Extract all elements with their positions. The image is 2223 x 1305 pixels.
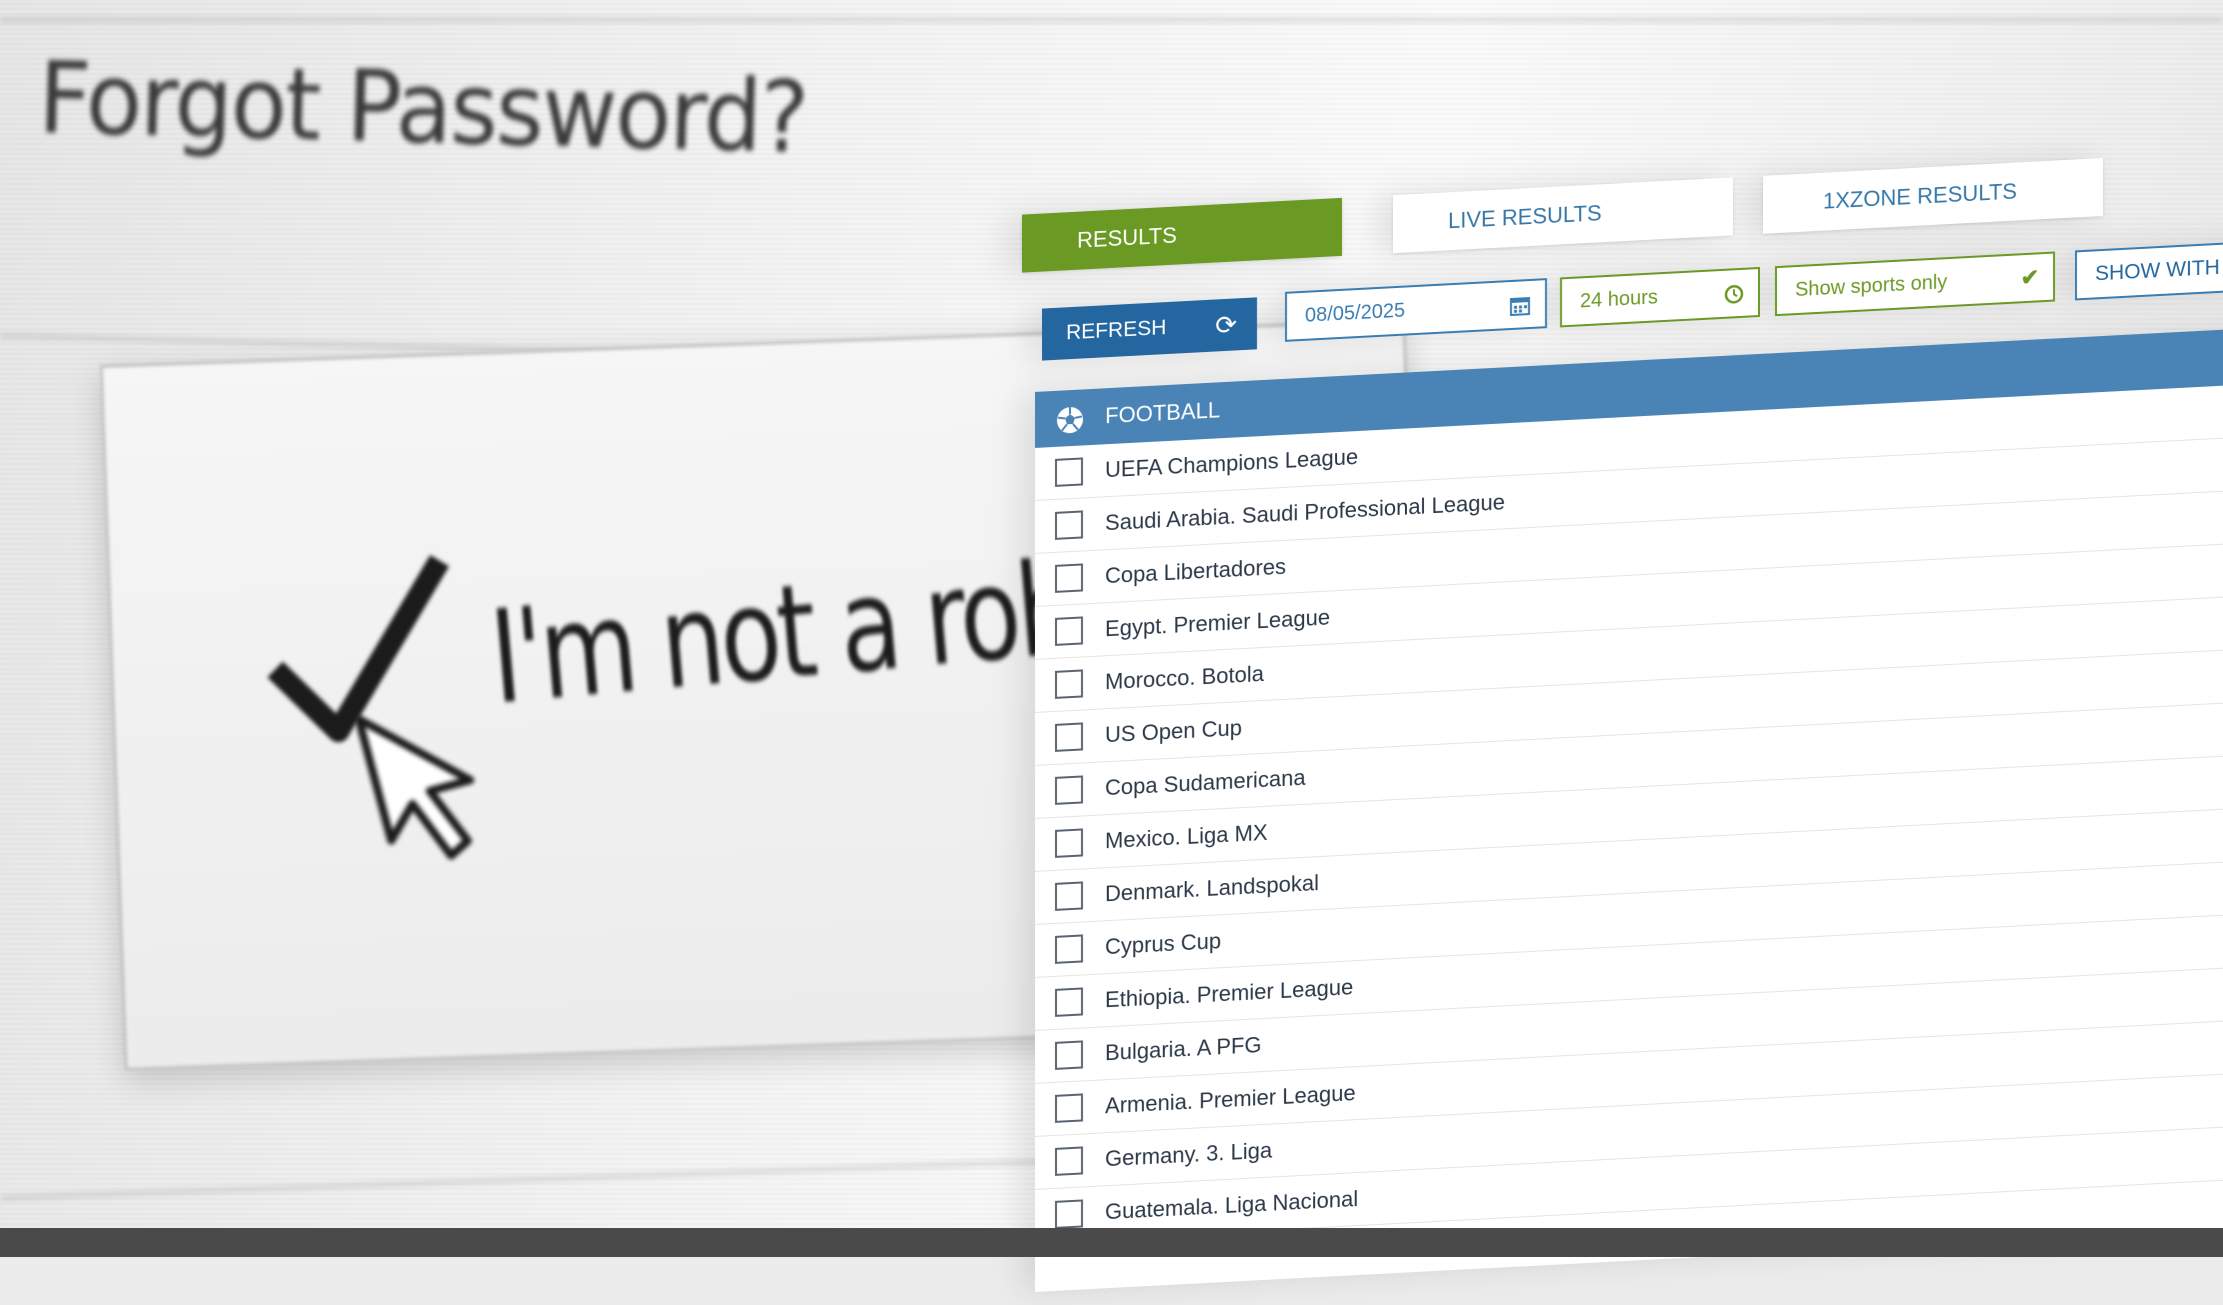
league-name: Guatemala. Liga Nacional — [1105, 1186, 1359, 1225]
tab-results[interactable]: RESULTS — [1022, 197, 1342, 273]
league-name: Ethiopia. Premier League — [1105, 974, 1354, 1013]
league-name: Bulgaria. A PFG — [1105, 1032, 1262, 1066]
hours-value: 24 hours — [1580, 286, 1658, 313]
league-checkbox[interactable] — [1055, 1093, 1083, 1123]
hours-select[interactable]: 24 hours — [1560, 266, 1760, 328]
league-checkbox[interactable] — [1055, 457, 1083, 487]
date-picker[interactable]: 08/05/2025 — [1285, 278, 1547, 342]
sports-only-label: Show sports only — [1795, 271, 1948, 302]
league-name: Morocco. Botola — [1105, 660, 1264, 695]
forgot-password-heading: Forgot Password? — [36, 40, 809, 176]
league-checkbox[interactable] — [1055, 934, 1083, 964]
league-checkbox[interactable] — [1055, 987, 1083, 1017]
league-name: Armenia. Premier League — [1105, 1080, 1356, 1119]
tab-1xzone-results[interactable]: 1XZONE RESULTS — [1763, 157, 2103, 234]
league-name: US Open Cup — [1105, 715, 1242, 748]
refresh-button[interactable]: REFRESH ⟳ — [1042, 297, 1257, 361]
league-checkbox[interactable] — [1055, 881, 1083, 911]
league-checkbox[interactable] — [1055, 775, 1083, 805]
refresh-icon: ⟳ — [1215, 309, 1237, 341]
results-panel: RESULTS LIVE RESULTS 1XZONE RESULTS REFR… — [1015, 126, 2223, 1305]
calendar-icon — [1509, 281, 1531, 328]
bottom-bar — [0, 1228, 2223, 1257]
league-checkbox[interactable] — [1055, 510, 1083, 540]
league-checkbox[interactable] — [1055, 616, 1083, 646]
sport-name: FOOTBALL — [1105, 397, 1221, 429]
league-checkbox[interactable] — [1055, 1146, 1083, 1176]
league-checkbox[interactable] — [1055, 563, 1083, 593]
soccer-ball-icon — [1055, 391, 1085, 449]
date-value: 08/05/2025 — [1305, 299, 1406, 327]
show-sports-only-toggle[interactable]: Show sports only ✔ — [1775, 251, 2055, 317]
league-name: Egypt. Premier League — [1105, 604, 1331, 642]
clock-icon — [1724, 270, 1744, 317]
league-checkbox[interactable] — [1055, 669, 1083, 699]
league-name: Saudi Arabia. Saudi Professional League — [1105, 489, 1505, 536]
checkmark-icon: ✔ — [2020, 264, 2039, 291]
tab-live-results[interactable]: LIVE RESULTS — [1393, 177, 1733, 254]
show-with-button[interactable]: SHOW WITH — [2075, 234, 2223, 301]
results-list: FOOTBALL UEFA Champions League Saudi Ara… — [1035, 314, 2223, 1292]
league-name: Mexico. Liga MX — [1105, 819, 1268, 854]
league-name: Copa Libertadores — [1105, 553, 1287, 589]
league-checkbox[interactable] — [1055, 1199, 1083, 1229]
league-checkbox[interactable] — [1055, 1040, 1083, 1070]
divider — [0, 18, 2223, 22]
league-name: Denmark. Landspokal — [1105, 870, 1320, 907]
league-name: UEFA Champions League — [1105, 444, 1359, 483]
league-name: Germany. 3. Liga — [1105, 1137, 1273, 1172]
league-checkbox[interactable] — [1055, 722, 1083, 752]
league-checkbox[interactable] — [1055, 828, 1083, 858]
refresh-label: REFRESH — [1066, 316, 1167, 345]
league-name: Cyprus Cup — [1105, 928, 1222, 960]
league-name: Copa Sudamericana — [1105, 764, 1306, 801]
